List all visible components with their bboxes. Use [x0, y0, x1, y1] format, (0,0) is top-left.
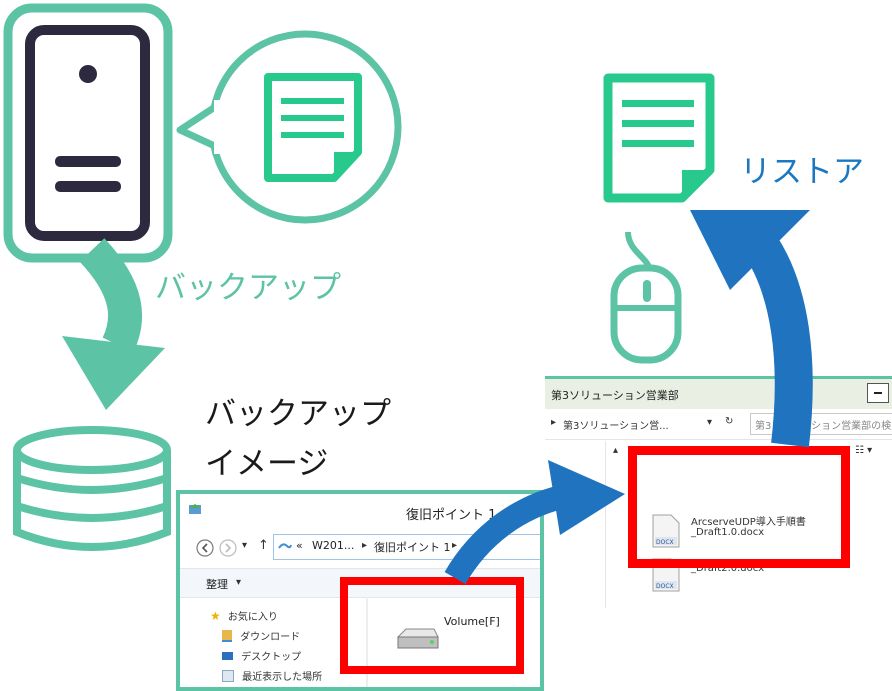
path-segment-2[interactable]: 復旧ポイント 1 [374, 539, 451, 555]
title-bar: 復旧ポイント 1 [180, 494, 540, 529]
star-icon: ★ [210, 609, 221, 623]
up-arrow-icon[interactable]: ↑ [258, 538, 269, 553]
nav-item-recent[interactable]: 最近表示した場所 [222, 665, 322, 684]
scroll-up-icon[interactable]: ▴ [613, 445, 618, 456]
view-options-icon[interactable]: ☷ ▾ [855, 445, 872, 456]
server-icon [3, 3, 173, 263]
recent-places-icon [222, 669, 234, 682]
chevron-right-icon: ▸ [362, 540, 368, 551]
svg-text:DOCX: DOCX [656, 583, 674, 590]
navigation-pane: ★ お気に入り ダウンロード デスクトップ 最近表示した場所 [180, 597, 360, 687]
favorites-item[interactable]: ★ お気に入り [210, 605, 278, 624]
forward-button[interactable] [218, 538, 238, 558]
highlight-box-volume [340, 577, 524, 674]
app-icon [189, 504, 201, 514]
window-title: 復旧ポイント 1 [406, 508, 497, 523]
document-icon-backup [264, 73, 362, 182]
backup-image-label-line2: イメージ [205, 446, 329, 482]
chevron-right-icon: ▸ [551, 417, 557, 428]
backup-label: バックアップ [155, 270, 341, 306]
search-input[interactable]: 第3ソリューション営業部の検 [750, 413, 892, 435]
favorites-label: お気に入り [227, 612, 278, 623]
organize-button[interactable]: 整理 [206, 576, 228, 592]
desktop-icon [222, 651, 233, 660]
nav-item-label: 最近表示した場所 [242, 672, 323, 683]
address-bar-row: ▾ ↑ « W201... ▸ 復旧ポイント 1 ▸ [180, 528, 540, 568]
nav-item-desktop[interactable]: デスクトップ [222, 645, 301, 664]
nav-item-label: デスクトップ [241, 652, 302, 663]
chevron-right-icon: ▸ [452, 540, 458, 551]
path-prefix: « [296, 539, 303, 552]
window-title: 第3ソリューション営業部 [551, 389, 679, 402]
backup-arrow-icon [62, 238, 165, 410]
back-button[interactable] [195, 538, 215, 558]
path-segment-1[interactable]: W201... [312, 539, 354, 552]
history-dropdown-icon[interactable]: ▾ [242, 540, 247, 551]
address-path[interactable]: 第3ソリューション営... [563, 417, 669, 432]
refresh-icon[interactable]: ↻ [725, 416, 733, 427]
backup-image-label-line1: バックアップ [205, 396, 391, 432]
title-bar: 第3ソリューション営業部 [545, 379, 892, 409]
search-placeholder: 第3ソリューション営業部の検 [755, 421, 892, 432]
highlight-box-file [628, 446, 850, 568]
chevron-down-icon[interactable]: ▾ [707, 417, 712, 428]
minimize-button[interactable] [867, 383, 889, 403]
address-bar[interactable]: « W201... ▸ 復旧ポイント 1 ▸ [273, 534, 540, 560]
document-icon-restore [603, 73, 715, 203]
location-icon [278, 543, 292, 549]
chevron-down-icon: ▾ [236, 577, 242, 588]
restore-label: リストア [740, 154, 864, 190]
nav-item-label: ダウンロード [240, 632, 301, 643]
nav-item-downloads[interactable]: ダウンロード [222, 625, 300, 644]
address-row: ▸ 第3ソリューション営... ▾ ↻ 第3ソリューション営業部の検 [545, 409, 892, 440]
database-icon [13, 426, 171, 551]
pane-divider [605, 441, 606, 608]
mouse-icon [610, 231, 682, 364]
download-folder-icon [222, 629, 232, 642]
